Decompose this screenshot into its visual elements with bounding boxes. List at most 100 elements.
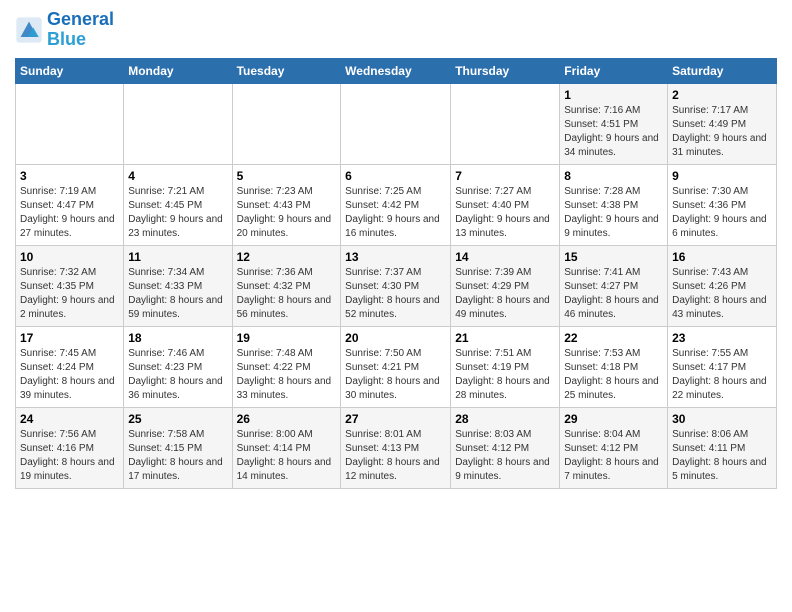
day-cell: 23 Sunrise: 7:55 AMSunset: 4:17 PMDaylig… bbox=[668, 326, 777, 407]
day-info: Sunrise: 8:03 AMSunset: 4:12 PMDaylight:… bbox=[455, 428, 555, 484]
logo-text: General Blue bbox=[47, 10, 114, 50]
day-cell: 22 Sunrise: 7:53 AMSunset: 4:18 PMDaylig… bbox=[560, 326, 668, 407]
day-number: 21 bbox=[455, 331, 555, 345]
day-cell: 13 Sunrise: 7:37 AMSunset: 4:30 PMDaylig… bbox=[341, 245, 451, 326]
day-number: 7 bbox=[455, 169, 555, 183]
day-header-sunday: Sunday bbox=[16, 58, 124, 83]
day-number: 19 bbox=[237, 331, 337, 345]
day-number: 4 bbox=[128, 169, 227, 183]
calendar-container: General Blue SundayMondayTuesdayWednesda… bbox=[0, 0, 792, 499]
day-cell: 15 Sunrise: 7:41 AMSunset: 4:27 PMDaylig… bbox=[560, 245, 668, 326]
day-number: 2 bbox=[672, 88, 772, 102]
day-cell: 1 Sunrise: 7:16 AMSunset: 4:51 PMDayligh… bbox=[560, 83, 668, 164]
day-info: Sunrise: 7:28 AMSunset: 4:38 PMDaylight:… bbox=[564, 185, 663, 241]
day-info: Sunrise: 7:56 AMSunset: 4:16 PMDaylight:… bbox=[20, 428, 119, 484]
day-number: 5 bbox=[237, 169, 337, 183]
day-number: 26 bbox=[237, 412, 337, 426]
day-cell: 29 Sunrise: 8:04 AMSunset: 4:12 PMDaylig… bbox=[560, 407, 668, 488]
day-info: Sunrise: 7:27 AMSunset: 4:40 PMDaylight:… bbox=[455, 185, 555, 241]
day-info: Sunrise: 7:43 AMSunset: 4:26 PMDaylight:… bbox=[672, 266, 772, 322]
header-row: SundayMondayTuesdayWednesdayThursdayFrid… bbox=[16, 58, 777, 83]
day-number: 27 bbox=[345, 412, 446, 426]
day-info: Sunrise: 7:32 AMSunset: 4:35 PMDaylight:… bbox=[20, 266, 119, 322]
day-info: Sunrise: 7:17 AMSunset: 4:49 PMDaylight:… bbox=[672, 104, 772, 160]
day-number: 11 bbox=[128, 250, 227, 264]
day-cell: 12 Sunrise: 7:36 AMSunset: 4:32 PMDaylig… bbox=[232, 245, 341, 326]
day-cell: 3 Sunrise: 7:19 AMSunset: 4:47 PMDayligh… bbox=[16, 164, 124, 245]
day-number: 13 bbox=[345, 250, 446, 264]
day-cell: 17 Sunrise: 7:45 AMSunset: 4:24 PMDaylig… bbox=[16, 326, 124, 407]
day-info: Sunrise: 7:48 AMSunset: 4:22 PMDaylight:… bbox=[237, 347, 337, 403]
day-info: Sunrise: 7:21 AMSunset: 4:45 PMDaylight:… bbox=[128, 185, 227, 241]
day-info: Sunrise: 8:00 AMSunset: 4:14 PMDaylight:… bbox=[237, 428, 337, 484]
day-info: Sunrise: 7:25 AMSunset: 4:42 PMDaylight:… bbox=[345, 185, 446, 241]
day-header-monday: Monday bbox=[124, 58, 232, 83]
week-row-3: 10 Sunrise: 7:32 AMSunset: 4:35 PMDaylig… bbox=[16, 245, 777, 326]
day-cell: 14 Sunrise: 7:39 AMSunset: 4:29 PMDaylig… bbox=[451, 245, 560, 326]
day-cell: 9 Sunrise: 7:30 AMSunset: 4:36 PMDayligh… bbox=[668, 164, 777, 245]
day-header-friday: Friday bbox=[560, 58, 668, 83]
day-number: 8 bbox=[564, 169, 663, 183]
day-info: Sunrise: 7:55 AMSunset: 4:17 PMDaylight:… bbox=[672, 347, 772, 403]
day-cell: 8 Sunrise: 7:28 AMSunset: 4:38 PMDayligh… bbox=[560, 164, 668, 245]
day-cell: 26 Sunrise: 8:00 AMSunset: 4:14 PMDaylig… bbox=[232, 407, 341, 488]
day-cell bbox=[341, 83, 451, 164]
day-cell: 6 Sunrise: 7:25 AMSunset: 4:42 PMDayligh… bbox=[341, 164, 451, 245]
day-info: Sunrise: 7:37 AMSunset: 4:30 PMDaylight:… bbox=[345, 266, 446, 322]
day-number: 20 bbox=[345, 331, 446, 345]
day-number: 10 bbox=[20, 250, 119, 264]
day-number: 15 bbox=[564, 250, 663, 264]
day-info: Sunrise: 7:45 AMSunset: 4:24 PMDaylight:… bbox=[20, 347, 119, 403]
day-info: Sunrise: 7:50 AMSunset: 4:21 PMDaylight:… bbox=[345, 347, 446, 403]
day-cell bbox=[124, 83, 232, 164]
day-info: Sunrise: 7:23 AMSunset: 4:43 PMDaylight:… bbox=[237, 185, 337, 241]
week-row-4: 17 Sunrise: 7:45 AMSunset: 4:24 PMDaylig… bbox=[16, 326, 777, 407]
day-number: 30 bbox=[672, 412, 772, 426]
day-info: Sunrise: 7:53 AMSunset: 4:18 PMDaylight:… bbox=[564, 347, 663, 403]
day-number: 9 bbox=[672, 169, 772, 183]
day-info: Sunrise: 8:04 AMSunset: 4:12 PMDaylight:… bbox=[564, 428, 663, 484]
day-cell: 19 Sunrise: 7:48 AMSunset: 4:22 PMDaylig… bbox=[232, 326, 341, 407]
day-number: 6 bbox=[345, 169, 446, 183]
day-cell bbox=[16, 83, 124, 164]
day-cell: 10 Sunrise: 7:32 AMSunset: 4:35 PMDaylig… bbox=[16, 245, 124, 326]
day-info: Sunrise: 8:01 AMSunset: 4:13 PMDaylight:… bbox=[345, 428, 446, 484]
day-header-saturday: Saturday bbox=[668, 58, 777, 83]
day-number: 3 bbox=[20, 169, 119, 183]
day-cell: 28 Sunrise: 8:03 AMSunset: 4:12 PMDaylig… bbox=[451, 407, 560, 488]
day-header-thursday: Thursday bbox=[451, 58, 560, 83]
day-cell: 11 Sunrise: 7:34 AMSunset: 4:33 PMDaylig… bbox=[124, 245, 232, 326]
week-row-2: 3 Sunrise: 7:19 AMSunset: 4:47 PMDayligh… bbox=[16, 164, 777, 245]
day-number: 16 bbox=[672, 250, 772, 264]
day-info: Sunrise: 7:51 AMSunset: 4:19 PMDaylight:… bbox=[455, 347, 555, 403]
day-cell bbox=[232, 83, 341, 164]
day-number: 25 bbox=[128, 412, 227, 426]
day-cell bbox=[451, 83, 560, 164]
day-info: Sunrise: 8:06 AMSunset: 4:11 PMDaylight:… bbox=[672, 428, 772, 484]
day-number: 22 bbox=[564, 331, 663, 345]
day-cell: 20 Sunrise: 7:50 AMSunset: 4:21 PMDaylig… bbox=[341, 326, 451, 407]
day-cell: 5 Sunrise: 7:23 AMSunset: 4:43 PMDayligh… bbox=[232, 164, 341, 245]
week-row-1: 1 Sunrise: 7:16 AMSunset: 4:51 PMDayligh… bbox=[16, 83, 777, 164]
day-number: 29 bbox=[564, 412, 663, 426]
day-header-wednesday: Wednesday bbox=[341, 58, 451, 83]
day-number: 17 bbox=[20, 331, 119, 345]
day-number: 23 bbox=[672, 331, 772, 345]
day-cell: 27 Sunrise: 8:01 AMSunset: 4:13 PMDaylig… bbox=[341, 407, 451, 488]
header: General Blue bbox=[15, 10, 777, 50]
day-cell: 16 Sunrise: 7:43 AMSunset: 4:26 PMDaylig… bbox=[668, 245, 777, 326]
day-number: 12 bbox=[237, 250, 337, 264]
day-number: 14 bbox=[455, 250, 555, 264]
day-info: Sunrise: 7:16 AMSunset: 4:51 PMDaylight:… bbox=[564, 104, 663, 160]
day-number: 28 bbox=[455, 412, 555, 426]
day-info: Sunrise: 7:36 AMSunset: 4:32 PMDaylight:… bbox=[237, 266, 337, 322]
day-info: Sunrise: 7:41 AMSunset: 4:27 PMDaylight:… bbox=[564, 266, 663, 322]
day-cell: 25 Sunrise: 7:58 AMSunset: 4:15 PMDaylig… bbox=[124, 407, 232, 488]
day-cell: 2 Sunrise: 7:17 AMSunset: 4:49 PMDayligh… bbox=[668, 83, 777, 164]
day-info: Sunrise: 7:34 AMSunset: 4:33 PMDaylight:… bbox=[128, 266, 227, 322]
day-cell: 4 Sunrise: 7:21 AMSunset: 4:45 PMDayligh… bbox=[124, 164, 232, 245]
day-info: Sunrise: 7:58 AMSunset: 4:15 PMDaylight:… bbox=[128, 428, 227, 484]
day-info: Sunrise: 7:19 AMSunset: 4:47 PMDaylight:… bbox=[20, 185, 119, 241]
day-cell: 24 Sunrise: 7:56 AMSunset: 4:16 PMDaylig… bbox=[16, 407, 124, 488]
logo-icon bbox=[15, 16, 43, 44]
